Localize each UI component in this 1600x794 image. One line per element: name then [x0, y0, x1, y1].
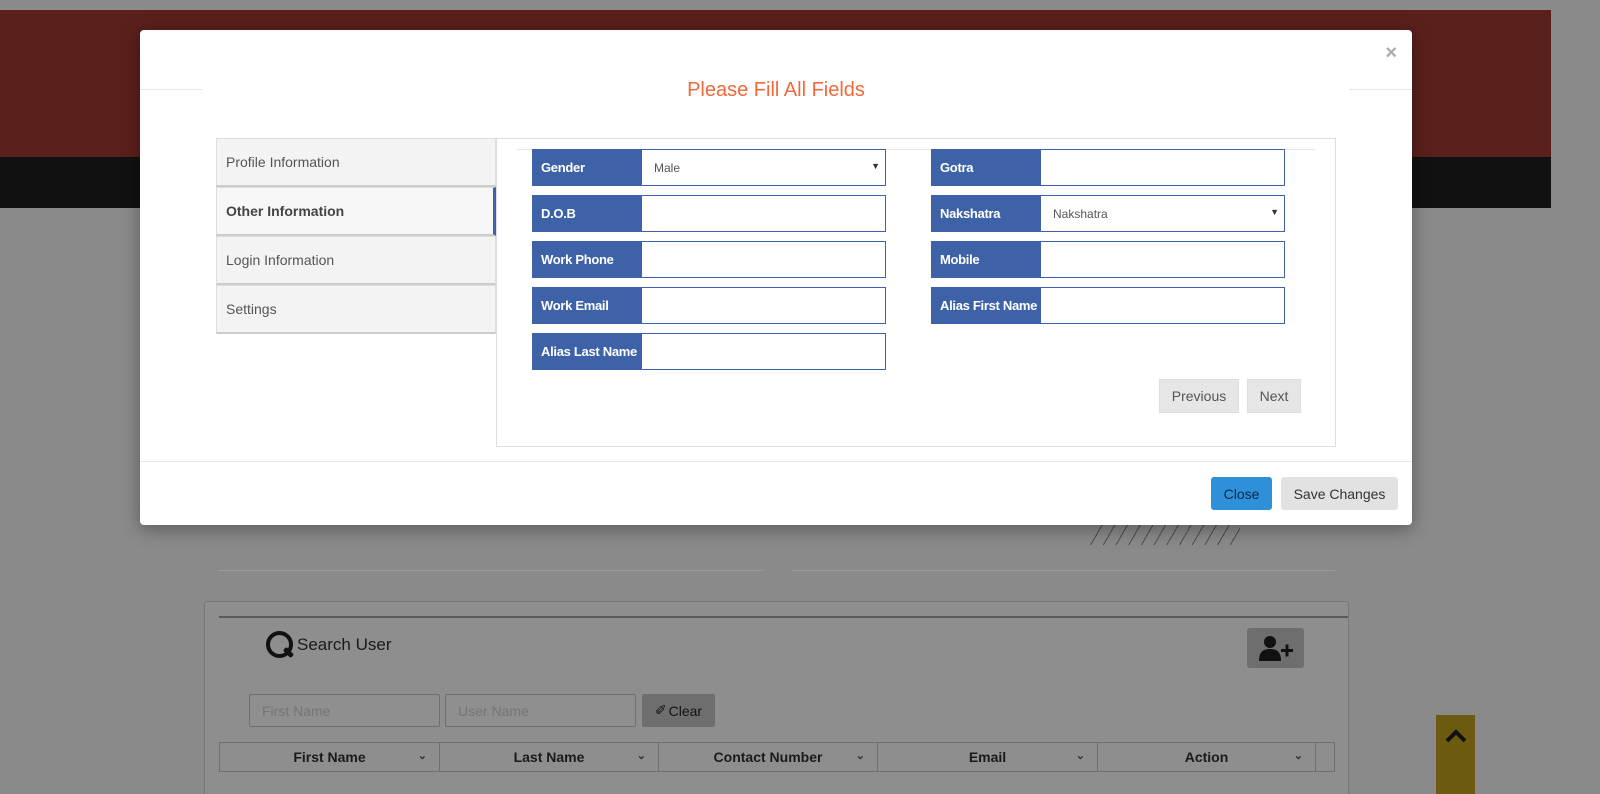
alias-last-name-label: Alias Last Name	[532, 333, 641, 370]
work-phone-label: Work Phone	[532, 241, 641, 278]
gotra-input[interactable]	[1040, 149, 1285, 186]
gender-selected-value: Male	[654, 160, 681, 175]
tab-settings[interactable]: Settings	[216, 285, 496, 334]
other-information-form: Gender Male ▼ D.O.B Work Phone Work Emai…	[496, 138, 1336, 447]
tab-label: Other Information	[226, 203, 345, 219]
tab-profile-information[interactable]: Profile Information	[216, 138, 496, 187]
dob-label: D.O.B	[532, 195, 641, 232]
work-email-label: Work Email	[532, 287, 641, 324]
tab-label: Profile Information	[226, 154, 340, 170]
work-phone-field: Work Phone	[532, 241, 886, 278]
save-changes-button[interactable]: Save Changes	[1281, 477, 1398, 510]
dropdown-arrow-icon: ▼	[871, 161, 880, 171]
column-label: Action	[1184, 749, 1229, 765]
tab-login-information[interactable]: Login Information	[216, 236, 496, 285]
column-header-last-name[interactable]: Last Name ⌄	[440, 743, 659, 771]
clear-button[interactable]: ✐ Clear	[642, 694, 715, 727]
chevron-down-icon[interactable]: ⌄	[856, 749, 865, 762]
search-user-panel: Search User ✐ Clear First Name ⌄ Last Na…	[204, 601, 1349, 794]
search-user-heading: Search User	[265, 630, 391, 660]
mobile-input[interactable]	[1040, 241, 1285, 278]
alias-first-name-input[interactable]	[1040, 287, 1285, 324]
page-top-strip	[0, 0, 1568, 10]
mobile-label: Mobile	[931, 241, 1040, 278]
chevron-up-icon	[1445, 729, 1466, 743]
tab-other-information[interactable]: Other Information	[216, 187, 496, 236]
dob-field: D.O.B	[532, 195, 886, 232]
users-grid-header: First Name ⌄ Last Name ⌄ Contact Number …	[219, 742, 1335, 772]
work-email-input[interactable]	[641, 287, 886, 324]
column-header-email[interactable]: Email ⌄	[878, 743, 1098, 771]
modal-footer-rule	[140, 461, 1412, 462]
gotra-label: Gotra	[931, 149, 1040, 186]
column-label: Contact Number	[713, 749, 823, 765]
modal-title: Please Fill All Fields	[687, 79, 865, 101]
form-section-tabs: Profile Information Other Information Lo…	[216, 138, 496, 334]
chevron-down-icon[interactable]: ⌄	[418, 749, 427, 762]
panel-divider	[792, 570, 1335, 571]
gender-label: Gender	[532, 149, 641, 186]
column-header-contact-number[interactable]: Contact Number ⌄	[659, 743, 878, 771]
dob-input[interactable]	[641, 195, 886, 232]
chevron-down-icon[interactable]: ⌄	[637, 749, 646, 762]
nakshatra-label: Nakshatra	[931, 195, 1040, 232]
work-email-field: Work Email	[532, 287, 886, 324]
close-button[interactable]: Close	[1211, 477, 1272, 510]
tab-label: Login Information	[226, 252, 335, 268]
previous-button[interactable]: Previous	[1159, 379, 1239, 413]
user-edit-modal: × Please Fill All Fields Profile Informa…	[140, 30, 1412, 525]
column-header-first-name[interactable]: First Name ⌄	[220, 743, 440, 771]
first-name-search-input[interactable]	[249, 694, 440, 727]
alias-first-name-field: Alias First Name	[931, 287, 1285, 324]
dropdown-arrow-icon: ▼	[1270, 207, 1279, 217]
alias-last-name-input[interactable]	[641, 333, 886, 370]
next-button[interactable]: Next	[1247, 379, 1301, 413]
nakshatra-selected-value: Nakshatra	[1053, 206, 1108, 221]
close-icon[interactable]: ×	[1385, 43, 1397, 63]
gender-select[interactable]: Male ▼	[641, 149, 886, 186]
alias-last-name-field: Alias Last Name	[532, 333, 886, 370]
column-label: First Name	[293, 749, 366, 765]
search-icon	[265, 630, 295, 660]
column-label: Email	[968, 749, 1007, 765]
gender-field: Gender Male ▼	[532, 149, 886, 186]
panel-top-rule	[219, 616, 1348, 618]
search-user-title: Search User	[297, 635, 392, 654]
column-label: Last Name	[513, 749, 585, 765]
nakshatra-field: Nakshatra Nakshatra ▼	[931, 195, 1285, 232]
gotra-field: Gotra	[931, 149, 1285, 186]
user-name-search-input[interactable]	[445, 694, 636, 727]
clear-button-label: Clear	[668, 702, 703, 719]
mobile-field: Mobile	[931, 241, 1285, 278]
eraser-icon: ✐	[654, 702, 667, 718]
tab-label: Settings	[226, 301, 277, 317]
add-user-button[interactable]	[1247, 628, 1304, 668]
add-user-icon	[1258, 636, 1293, 661]
chevron-down-icon[interactable]: ⌄	[1294, 749, 1303, 762]
alias-first-name-label: Alias First Name	[931, 287, 1040, 324]
column-header-action[interactable]: Action ⌄	[1098, 743, 1316, 771]
nakshatra-select[interactable]: Nakshatra ▼	[1040, 195, 1285, 232]
work-phone-input[interactable]	[641, 241, 886, 278]
panel-divider	[218, 570, 763, 571]
signature-graphic	[1090, 525, 1240, 545]
scroll-to-top-button[interactable]	[1436, 715, 1475, 794]
chevron-down-icon[interactable]: ⌄	[1076, 749, 1085, 762]
